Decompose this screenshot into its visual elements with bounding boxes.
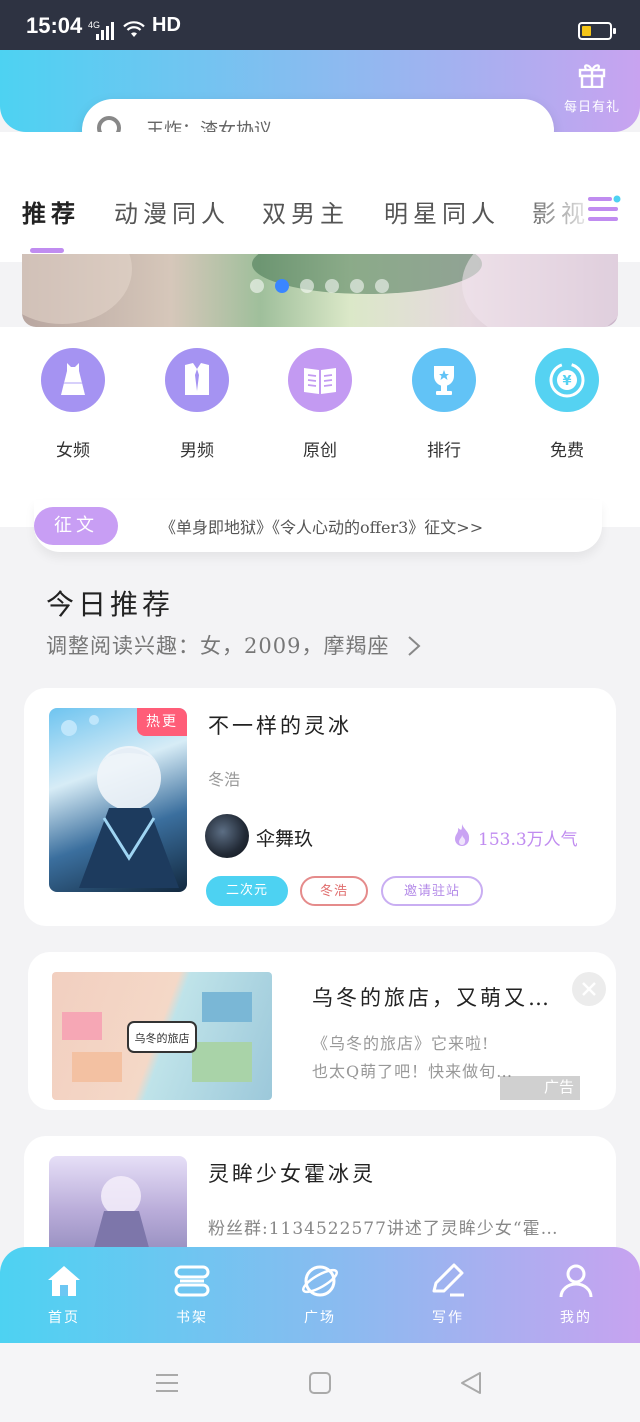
book-card[interactable]: 热更 不一样的灵冰 冬浩 伞舞玖 153.3万人气 二次元 冬浩 邀请驻站 (24, 688, 616, 926)
ad-card[interactable]: 乌冬的旅店 乌冬的旅店，又萌又… 《乌冬的旅店》它来啦! 也太Q萌了吧！快来做旬… (28, 952, 616, 1110)
back-icon[interactable] (458, 1371, 484, 1395)
gift-icon (578, 64, 606, 88)
book-title[interactable]: 不一样的灵冰 (208, 710, 352, 740)
banner-dot-active[interactable] (275, 279, 289, 293)
gift-label: 每日有礼 (563, 100, 620, 115)
category-label: 女频 (56, 441, 90, 461)
book-author: 冬浩 (208, 770, 241, 789)
signal-icon (96, 22, 116, 40)
ad-description: 也太Q萌了吧！快来做旬… (312, 1062, 514, 1081)
contest-badge: 征文 (34, 507, 118, 545)
category-male[interactable]: 男频 (147, 348, 247, 461)
fire-icon (455, 824, 470, 846)
nav-write[interactable]: 写作 (408, 1261, 488, 1327)
promo-banner[interactable] (22, 254, 618, 327)
status-bar: 15:04 4G HD (0, 0, 640, 50)
nav-bookshelf[interactable]: 书架 (152, 1261, 232, 1327)
bookshelf-icon (174, 1265, 210, 1297)
banner-art (22, 254, 132, 324)
notice-text[interactable]: 《单身即地狱》《令人心动的offer3》征文>> (160, 514, 483, 538)
user-icon (559, 1264, 593, 1298)
category-label: 排行 (427, 441, 461, 461)
ad-image[interactable]: 乌冬的旅店 (52, 972, 272, 1100)
trophy-icon (412, 348, 476, 412)
category-label: 男频 (180, 441, 214, 461)
tab-double-male[interactable]: 双男主 (262, 194, 349, 229)
contest-notice[interactable]: 征文 《单身即地狱》《令人心动的offer3》征文>> (34, 500, 602, 552)
ad-description: 《乌冬的旅店》它来啦! (312, 1034, 490, 1053)
book-title[interactable]: 灵眸少女霍冰灵 (208, 1158, 376, 1188)
category-label: 免费 (550, 441, 584, 461)
ad-image-art: 乌冬的旅店 (62, 992, 252, 1082)
recent-apps-icon[interactable] (154, 1371, 180, 1395)
book-icon (288, 348, 352, 412)
nav-label: 写作 (432, 1310, 464, 1326)
write-icon (432, 1263, 464, 1297)
daily-gift-button[interactable]: 每日有礼 (562, 62, 622, 118)
ad-label: 广告 (500, 1076, 580, 1100)
book-cover[interactable]: 热更 (49, 708, 187, 892)
interest-settings-link[interactable]: 调整阅读兴趣：女，2009，摩羯座 (46, 630, 389, 660)
nav-label: 广场 (304, 1310, 336, 1326)
shirt-icon (165, 348, 229, 412)
popularity-count: 153.3万人气 (478, 830, 578, 850)
category-label: 原创 (303, 441, 337, 461)
ad-logo-text: 乌冬的旅店 (135, 1031, 190, 1045)
ad-title[interactable]: 乌冬的旅店，又萌又… (312, 982, 552, 1012)
close-ad-button[interactable] (572, 972, 606, 1006)
active-tab-indicator (30, 248, 64, 253)
author-username[interactable]: 伞舞玖 (256, 824, 313, 851)
book-description: 粉丝群:1134522577讲述了灵眸少女“霍… (208, 1219, 559, 1239)
svg-text:¥: ¥ (562, 374, 571, 389)
nav-home[interactable]: 首页 (24, 1261, 104, 1327)
dress-icon (41, 348, 105, 412)
status-time: 15:04 (26, 13, 83, 38)
category-original[interactable]: 原创 (270, 348, 370, 461)
battery-icon (578, 22, 616, 40)
nav-me[interactable]: 我的 (536, 1261, 616, 1327)
banner-dot[interactable] (375, 279, 389, 293)
category-female[interactable]: 女频 (23, 348, 123, 461)
wifi-icon (123, 21, 145, 37)
tab-recommend[interactable]: 推荐 (22, 194, 80, 229)
section-title: 今日推荐 (46, 588, 175, 621)
tag-chip[interactable]: 冬浩 (300, 876, 368, 906)
system-navigation-bar (0, 1343, 640, 1422)
planet-icon (302, 1265, 338, 1297)
nav-square[interactable]: 广场 (280, 1261, 360, 1327)
banner-dot[interactable] (300, 279, 314, 293)
category-free[interactable]: ¥ 免费 (517, 348, 617, 461)
banner-dot[interactable] (250, 279, 264, 293)
nav-label: 我的 (560, 1310, 592, 1326)
tag-chip[interactable]: 二次元 (206, 876, 288, 906)
tab-anime-fanfic[interactable]: 动漫同人 (114, 194, 230, 229)
nav-label: 首页 (48, 1310, 80, 1326)
chevron-right-icon[interactable] (404, 634, 424, 658)
home-button-icon[interactable] (308, 1371, 332, 1395)
banner-art (462, 254, 618, 327)
banner-dot[interactable] (350, 279, 364, 293)
tag-chip[interactable]: 邀请驻站 (381, 876, 483, 906)
yuan-coin-icon: ¥ (535, 348, 599, 412)
category-menu-icon[interactable] (586, 194, 622, 226)
category-ranking[interactable]: 排行 (394, 348, 494, 461)
hot-update-badge: 热更 (137, 708, 187, 736)
bottom-navigation: 首页 书架 广场 写作 我的 (0, 1247, 640, 1343)
home-icon (48, 1266, 80, 1296)
tab-celebrity-fanfic[interactable]: 明星同人 (384, 194, 500, 229)
avatar[interactable] (205, 814, 249, 858)
banner-dot[interactable] (325, 279, 339, 293)
tab-fade (520, 185, 640, 245)
hd-indicator: HD (152, 14, 181, 36)
nav-label: 书架 (176, 1310, 208, 1326)
close-icon (582, 982, 596, 996)
